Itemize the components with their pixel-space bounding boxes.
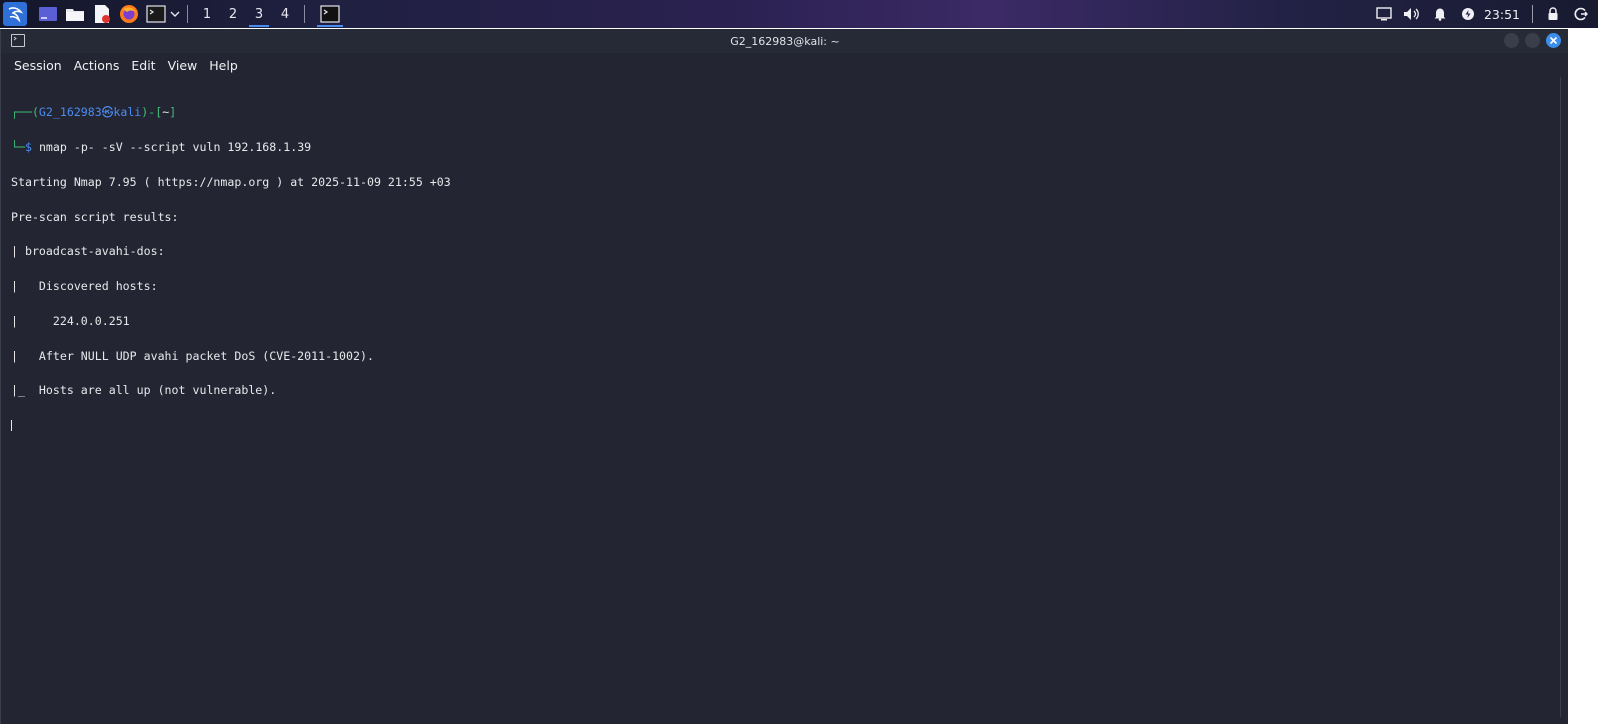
show-desktop-icon[interactable] <box>37 3 59 25</box>
menu-actions[interactable]: Actions <box>74 58 120 73</box>
desktop-edge <box>1568 29 1598 724</box>
file-manager-icon[interactable] <box>64 3 86 25</box>
clock[interactable]: 23:51 <box>1484 7 1520 22</box>
workspace-4[interactable]: 4 <box>272 0 298 28</box>
prompt-user: G2_162983 <box>38 105 102 120</box>
terminal-output[interactable]: ┌──(G2_162983㉿kali)-[~] └─$ nmap -p- -sV… <box>11 84 1551 714</box>
menu-session[interactable]: Session <box>14 58 62 73</box>
kali-menu-icon[interactable] <box>3 2 27 26</box>
menu-view[interactable]: View <box>168 58 198 73</box>
close-icon <box>1549 36 1558 45</box>
power-status-icon[interactable] <box>1457 3 1479 25</box>
text-editor-icon[interactable] <box>91 3 113 25</box>
menu-edit[interactable]: Edit <box>131 58 155 73</box>
display-icon[interactable] <box>1373 3 1395 25</box>
prompt-host: kali <box>113 105 142 120</box>
output-line: | After NULL UDP avahi packet DoS (CVE-2… <box>11 348 374 363</box>
output-line: | Discovered hosts: <box>11 279 158 294</box>
chevron-down-icon[interactable] <box>169 3 181 25</box>
panel-separator <box>187 5 188 23</box>
minimize-button[interactable] <box>1504 33 1519 48</box>
output-line: Pre-scan script results: <box>11 209 179 224</box>
prompt-line-1: ┌──(G2_162983㉿kali)-[~] <box>11 105 177 120</box>
prompt-at: ㉿ <box>101 105 114 120</box>
menu-help[interactable]: Help <box>209 58 238 73</box>
workspace-1[interactable]: 1 <box>194 0 220 28</box>
system-tray: 23:51 <box>1370 0 1598 28</box>
firefox-icon[interactable] <box>118 3 140 25</box>
terminal-window-icon[interactable] <box>11 34 25 47</box>
output-line: |_ Hosts are all up (not vulnerable). <box>11 383 277 398</box>
close-button[interactable] <box>1546 33 1561 48</box>
window-controls <box>1504 33 1561 48</box>
volume-icon[interactable] <box>1401 3 1423 25</box>
top-panel: 1 2 3 4 23:51 <box>0 0 1598 28</box>
logout-icon[interactable] <box>1570 3 1592 25</box>
taskbar-terminal-button[interactable] <box>315 0 345 28</box>
lock-icon[interactable] <box>1542 3 1564 25</box>
terminal-window: G2_162983@kali: ~ Session Actions Edit V… <box>0 29 1569 724</box>
output-line: Starting Nmap 7.95 ( https://nmap.org ) … <box>11 174 451 189</box>
text-cursor <box>11 420 12 432</box>
terminal-launcher-icon[interactable] <box>145 3 167 25</box>
window-titlebar[interactable]: G2_162983@kali: ~ <box>1 29 1569 53</box>
window-title: G2_162983@kali: ~ <box>730 34 840 48</box>
tray-separator <box>1532 5 1533 23</box>
command-text: nmap -p- -sV --script vuln 192.168.1.39 <box>38 139 312 154</box>
output-line: | 224.0.0.251 <box>11 313 130 328</box>
prompt-line-2: └─$ nmap -p- -sV --script vuln 192.168.1… <box>11 139 312 154</box>
output-line: | broadcast-avahi-dos: <box>11 244 165 259</box>
notification-bell-icon[interactable] <box>1429 3 1451 25</box>
menu-bar: Session Actions Edit View Help <box>1 53 1569 77</box>
workspace-2[interactable]: 2 <box>220 0 246 28</box>
maximize-button[interactable] <box>1525 33 1540 48</box>
cursor-line <box>11 420 1551 432</box>
panel-separator <box>304 5 305 23</box>
desktop: 1 2 3 4 23:51 G2_162983@kali: ~ Session … <box>0 0 1598 724</box>
workspace-3[interactable]: 3 <box>246 0 272 28</box>
